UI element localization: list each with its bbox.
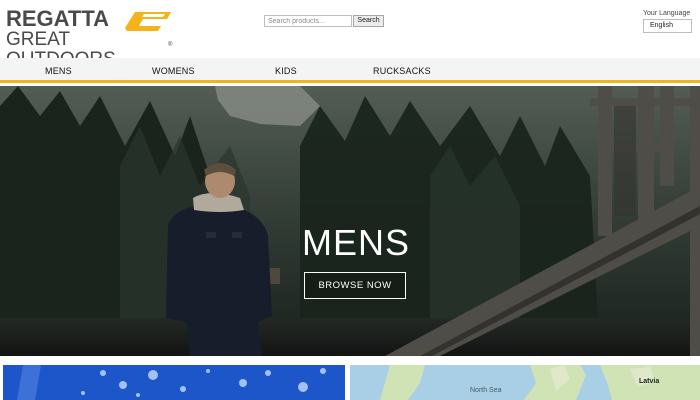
water-droplets-image xyxy=(3,365,345,400)
hero-forest-image xyxy=(0,86,700,356)
trademark-symbol: ® xyxy=(168,42,173,48)
hero-title: MENS xyxy=(301,222,410,263)
promo-tile-map[interactable]: North Sea Latvia xyxy=(350,365,700,400)
language-label: Your Language xyxy=(643,10,691,17)
nav-item-kids[interactable]: KIDS xyxy=(275,66,297,76)
nav-item-mens[interactable]: MENS xyxy=(45,66,72,76)
hero-banner[interactable]: MENS BROWSE NOW xyxy=(0,86,700,356)
nav-item-womens[interactable]: WOMENS xyxy=(152,66,195,76)
language-select[interactable]: English xyxy=(643,19,692,33)
nav-item-rucksacks[interactable]: RUCKSACKS xyxy=(373,66,431,76)
map-label-country: Latvia xyxy=(639,378,660,385)
regatta-mark-icon xyxy=(125,12,171,31)
site-header: REGATTA GREAT OUTDOORS ® Search Your Lan… xyxy=(0,0,700,70)
language-selector: Your Language English xyxy=(643,10,695,33)
browse-now-button[interactable]: BROWSE NOW xyxy=(304,272,406,299)
search-button[interactable]: Search xyxy=(353,15,384,27)
map-label-sea: North Sea xyxy=(470,387,502,394)
main-nav: MENS WOMENS KIDS RUCKSACKS xyxy=(0,58,700,83)
brand-logo[interactable]: REGATTA GREAT OUTDOORS ® xyxy=(6,6,174,70)
logo-line-1: REGATTA xyxy=(6,6,110,31)
promo-tile-waterproof[interactable] xyxy=(3,365,345,400)
search-input[interactable] xyxy=(264,15,352,27)
